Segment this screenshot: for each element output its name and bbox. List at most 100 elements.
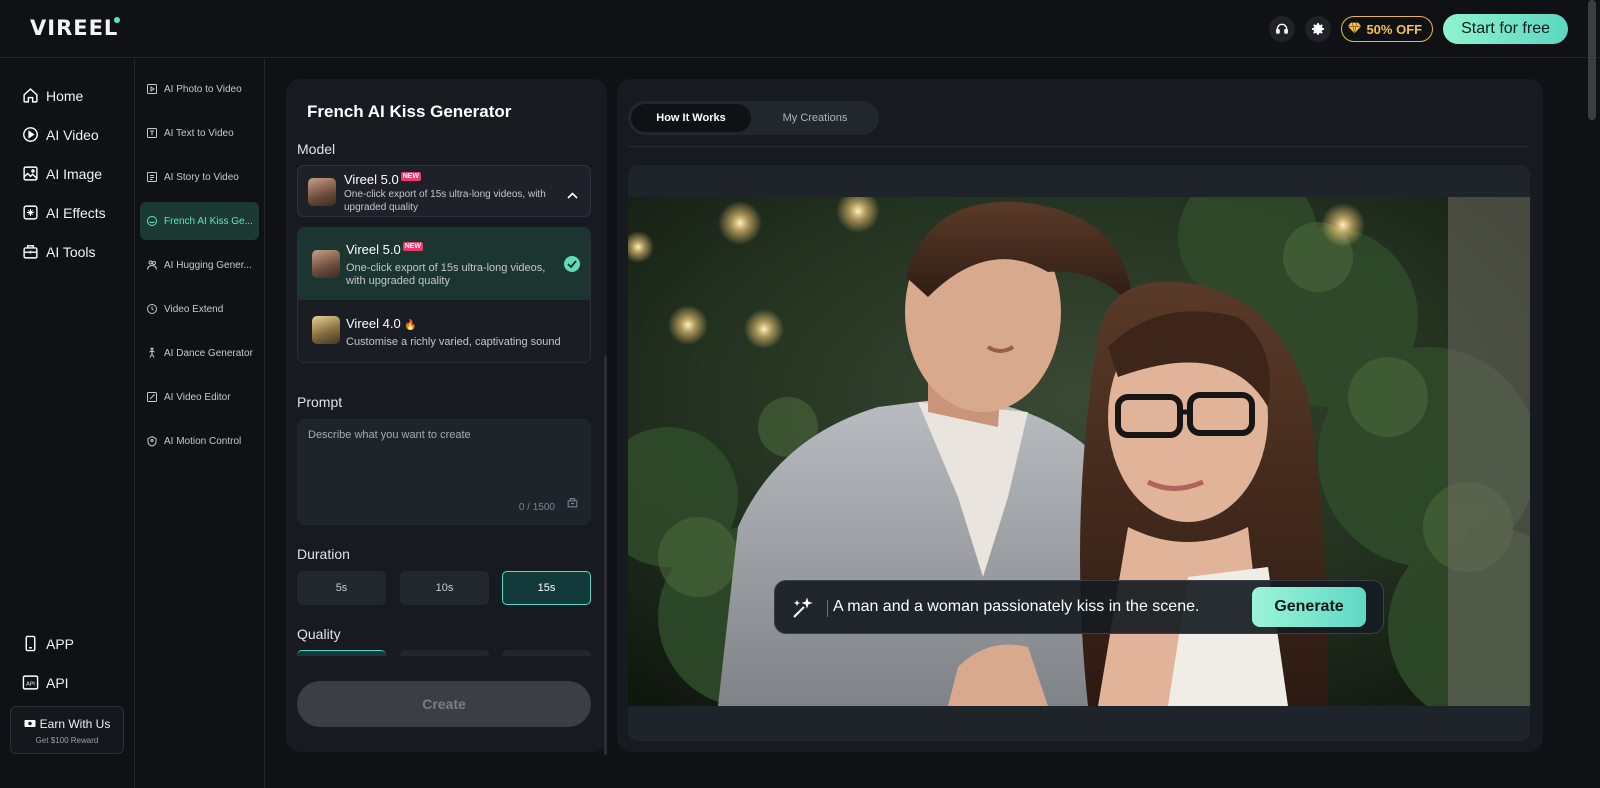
logo[interactable]: VIREEL: [30, 16, 121, 40]
nav-item-ai-video[interactable]: AI Video: [22, 126, 99, 143]
nav-label: API: [46, 674, 69, 691]
discount-badge[interactable]: 50% OFF: [1341, 16, 1434, 42]
model-option-vireel-5[interactable]: Vireel 5.0 NEW One-click export of 15s ul…: [298, 228, 590, 300]
duration-10s-button[interactable]: 10s: [400, 571, 489, 605]
earn-with-us-card[interactable]: Earn With Us Get $100 Reward: [10, 706, 124, 754]
subnav-label: AI Text to Video: [164, 127, 234, 139]
subnav-item-motion-control[interactable]: AI Motion Control: [140, 422, 259, 460]
nav-item-ai-tools[interactable]: AI Tools: [22, 243, 96, 260]
duration-15s-button[interactable]: 15s: [502, 571, 591, 605]
form-scrollbar[interactable]: [604, 355, 607, 755]
nav-label: AI Image: [46, 165, 103, 182]
new-badge: NEW: [402, 242, 424, 251]
quality-option[interactable]: [400, 650, 489, 656]
subnav-item-video-editor[interactable]: AI Video Editor: [140, 378, 259, 416]
divider: [628, 146, 1530, 147]
model-option-desc: Customise a richly varied, captivating s…: [346, 336, 561, 348]
subnav-label: AI Dance Generator: [164, 347, 253, 359]
discount-label: 50% OFF: [1366, 21, 1423, 37]
subnav-item-text-to-video[interactable]: AI Text to Video: [140, 114, 259, 152]
tab-how-it-works[interactable]: How It Works: [631, 104, 751, 132]
nav-item-api[interactable]: API API: [22, 674, 69, 691]
earn-title: Earn With Us: [39, 717, 111, 731]
hug-icon: [147, 260, 157, 270]
model-thumbnail: [312, 316, 340, 344]
selected-check-icon: [564, 256, 580, 272]
clock-icon: [147, 304, 157, 314]
tab-my-creations[interactable]: My Creations: [754, 104, 876, 132]
prompt-label: Prompt: [297, 394, 343, 410]
fire-icon: 🔥: [404, 320, 417, 331]
tools-subnav: AI Photo to Video AI Text to Video AI St…: [136, 59, 265, 788]
subnav-label: AI Motion Control: [164, 435, 242, 447]
prompt-library-icon[interactable]: [566, 496, 579, 514]
api-icon: API: [22, 675, 39, 690]
play-icon: [23, 127, 38, 142]
quality-option[interactable]: [297, 650, 386, 656]
model-option-vireel-4[interactable]: Vireel 4.0 🔥 Customise a richly varied, …: [298, 300, 590, 362]
support-headset-icon[interactable]: [1269, 16, 1296, 42]
example-prompt-bar: A man and a woman passionately kiss in t…: [774, 580, 1384, 634]
nav-label: AI Video: [46, 126, 99, 143]
main-sidebar: Home AI Video AI Image AI Effects AI Too…: [0, 59, 135, 788]
story-icon: [147, 172, 157, 182]
top-bar: VIREEL 50% OFF Start for free: [0, 0, 1600, 58]
subnav-item-dance[interactable]: AI Dance Generator: [140, 334, 259, 372]
nav-item-ai-effects[interactable]: AI Effects: [22, 204, 106, 221]
start-for-free-button[interactable]: Start for free: [1443, 14, 1568, 44]
earn-subtitle: Get $100 Reward: [35, 736, 99, 745]
page-title: French AI Kiss Generator: [307, 102, 512, 121]
phone-icon: [25, 635, 36, 652]
separator: [827, 600, 828, 617]
kiss-icon: [147, 216, 157, 226]
model-select[interactable]: Vireel 5.0 NEW One-click export of 15s ul…: [297, 165, 591, 217]
settings-gear-icon[interactable]: [1305, 16, 1332, 42]
nav-item-app[interactable]: APP: [22, 635, 74, 652]
model-thumbnail: [312, 250, 340, 278]
toolbox-icon: [23, 245, 38, 259]
nav-label: AI Tools: [46, 243, 96, 260]
nav-label: Home: [46, 87, 84, 104]
preview-tabs: How It Works My Creations: [628, 101, 879, 135]
example-media: A man and a woman passionately kiss in t…: [628, 165, 1530, 741]
subnav-label: French AI Kiss Ge...: [164, 215, 253, 227]
model-thumbnail: [308, 178, 336, 206]
motion-icon: [147, 435, 157, 447]
diamond-icon: [1348, 22, 1362, 37]
prompt-input[interactable]: [297, 419, 591, 499]
quality-label: Quality: [297, 626, 341, 642]
image-icon: [23, 166, 38, 181]
model-label: Model: [297, 141, 336, 157]
chevron-up-icon[interactable]: [567, 186, 578, 204]
text-video-icon: [147, 128, 157, 138]
duration-5s-button[interactable]: 5s: [297, 571, 386, 605]
create-button[interactable]: Create: [297, 681, 591, 727]
subnav-item-video-extend[interactable]: Video Extend: [140, 290, 259, 328]
editor-icon: [147, 392, 157, 402]
nav-item-home[interactable]: Home: [22, 87, 83, 104]
nav-label: APP: [46, 635, 75, 652]
app-root: VIREEL 50% OFF Start for free Home AI Vi…: [0, 0, 1600, 788]
nav-label: AI Effects: [46, 204, 106, 221]
subnav-label: AI Story to Video: [164, 171, 239, 183]
effects-icon: [23, 205, 38, 220]
subnav-label: AI Photo to Video: [164, 83, 242, 95]
photo-video-icon: [147, 84, 157, 94]
dance-icon: [149, 347, 155, 358]
page-scrollbar[interactable]: [1588, 0, 1596, 120]
generate-button[interactable]: Generate: [1252, 587, 1366, 627]
model-option-name: Vireel 4.0 🔥: [346, 316, 417, 331]
home-icon: [23, 88, 38, 103]
subnav-item-french-kiss[interactable]: French AI Kiss Ge...: [140, 202, 259, 240]
char-counter: 0 / 1500: [518, 502, 555, 513]
nav-item-ai-image[interactable]: AI Image: [22, 165, 102, 182]
money-icon: [24, 717, 36, 731]
top-actions: 50% OFF Start for free: [1269, 14, 1568, 44]
prompt-box: 0 / 1500: [297, 419, 591, 525]
subnav-label: Video Extend: [164, 303, 224, 315]
subnav-item-photo-to-video[interactable]: AI Photo to Video: [140, 70, 259, 108]
subnav-item-hugging[interactable]: AI Hugging Gener...: [140, 246, 259, 284]
model-option-desc: One-click export of 15s ultra-long video…: [346, 262, 546, 287]
quality-option[interactable]: [502, 650, 591, 656]
subnav-item-story-to-video[interactable]: AI Story to Video: [140, 158, 259, 196]
